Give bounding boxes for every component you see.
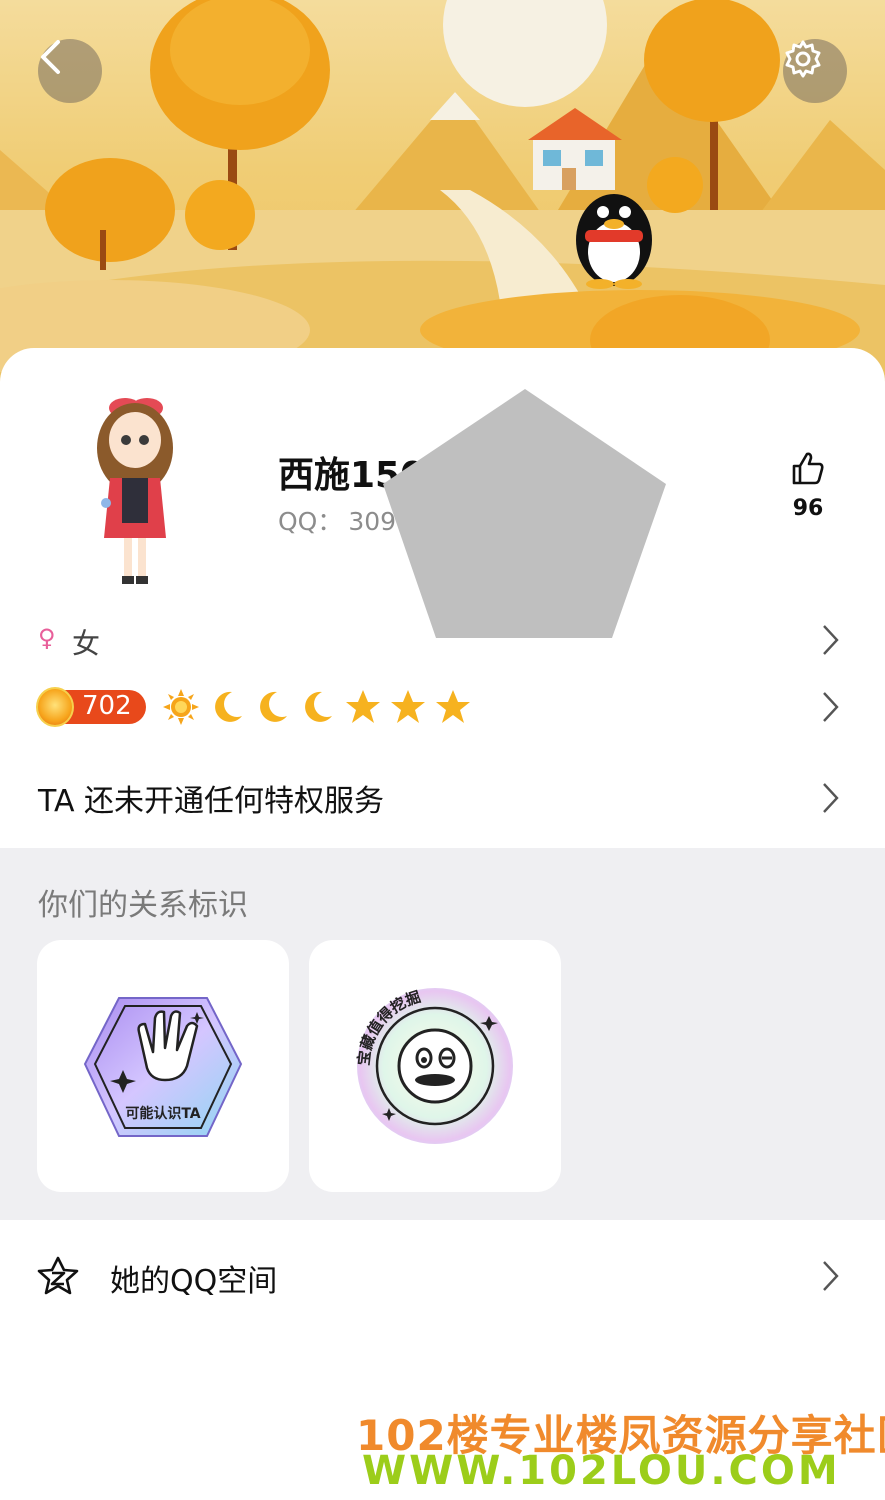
gender-text: 女 <box>72 627 101 660</box>
avatar[interactable] <box>80 388 190 593</box>
thumbs-up-icon <box>792 452 824 485</box>
settings-button[interactable] <box>783 39 847 103</box>
chevron-right-icon <box>823 1261 839 1291</box>
coin-icon <box>36 687 74 727</box>
relation-card-maybe-know[interactable]: 可能认识TA <box>37 940 289 1192</box>
privilege-row[interactable]: TA 还未开通任何特权服务 <box>0 770 885 826</box>
qzone-row[interactable]: 她的QQ空间 <box>0 1220 885 1330</box>
moon-icon <box>305 691 332 722</box>
back-button[interactable] <box>38 39 102 103</box>
chevron-right-icon <box>823 783 839 813</box>
qq-label: QQ： <box>278 507 343 536</box>
level-badge: 702 <box>36 687 146 727</box>
moon-icon <box>215 691 242 722</box>
star-icon <box>346 690 380 723</box>
relation-section: 你们的关系标识 可能认识TA 宝藏值得挖掘 <box>0 848 885 1220</box>
maybe-know-ta-badge-icon: 可能认识TA <box>83 997 243 1137</box>
sun-icon <box>163 689 199 725</box>
maybe-know-ta-label: 可能认识TA <box>125 1105 200 1122</box>
gender-row[interactable]: ♀ 女 <box>0 618 885 664</box>
chevron-right-icon <box>823 692 839 722</box>
treasure-badge-icon: 宝藏值得挖掘 <box>355 988 513 1144</box>
qq-number-line: QQ： 309 <box>278 502 396 538</box>
like-count: 96 <box>792 496 824 521</box>
qzone-star-icon <box>37 1256 79 1295</box>
star-icon <box>391 690 425 723</box>
avatar-illustration <box>97 398 173 584</box>
chevron-left-icon <box>41 40 60 74</box>
chevron-right-icon <box>823 625 839 655</box>
gear-icon <box>785 40 821 78</box>
privacy-mask-pentagon <box>383 389 666 638</box>
relation-card-treasure[interactable]: 宝藏值得挖掘 <box>309 940 561 1192</box>
female-icon: ♀ <box>38 624 56 652</box>
watermark-line-2: WWW.102LOU.COM <box>362 1448 841 1494</box>
moon-icon <box>260 691 287 722</box>
level-row[interactable]: 702 <box>0 682 885 732</box>
star-icon <box>436 690 470 723</box>
privilege-text: TA 还未开通任何特权服务 <box>38 784 385 819</box>
relation-title: 你们的关系标识 <box>38 888 248 923</box>
level-number: 702 <box>82 691 132 721</box>
qzone-label: 她的QQ空间 <box>110 1264 278 1299</box>
like-button[interactable]: 96 <box>780 450 836 521</box>
